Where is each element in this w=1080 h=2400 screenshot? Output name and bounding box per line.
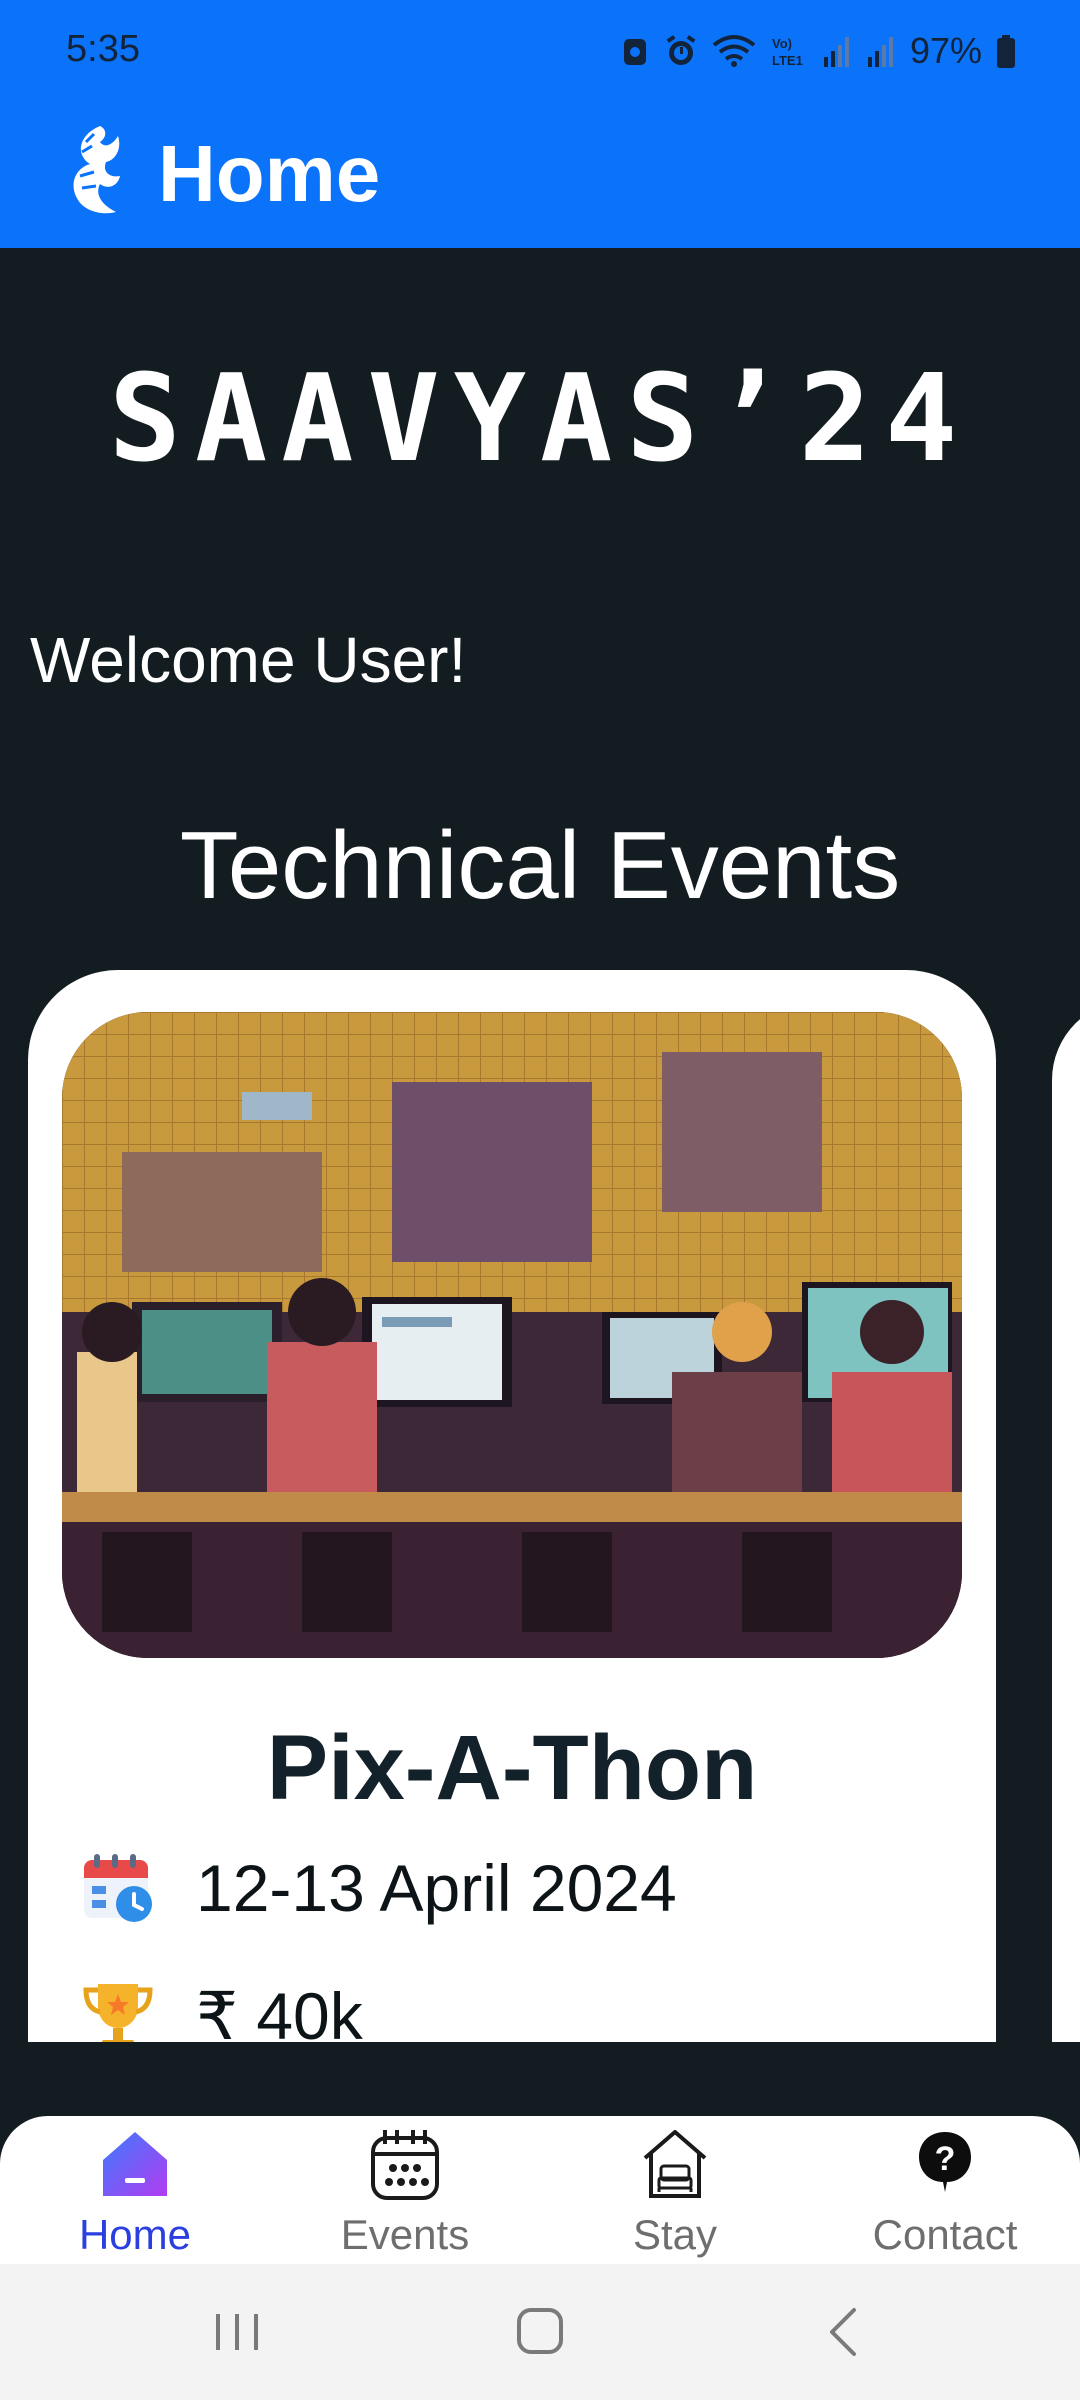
nav-home-label: Home bbox=[78, 2211, 192, 2258]
event-prize-row: ₹ 40k bbox=[80, 1978, 363, 2042]
battery-percent: 97% bbox=[909, 30, 982, 71]
system-nav-bar bbox=[0, 2264, 1080, 2400]
section-title: Technical Events bbox=[179, 812, 901, 919]
event-name: Pix-A-Thon bbox=[266, 1717, 758, 1819]
nav-stay[interactable]: Stay bbox=[540, 2116, 810, 2264]
event-card[interactable]: Pix-A-Thon 12-13 April 2024 ₹ 40k bbox=[28, 970, 996, 2042]
event-image bbox=[62, 1012, 962, 1658]
status-icons: Vo) LTE1 97% bbox=[620, 28, 1016, 74]
calendar-icon bbox=[371, 2130, 439, 2200]
event-date-row: 12-13 April 2024 bbox=[80, 1850, 677, 1926]
lock-alarm-icon bbox=[623, 39, 646, 65]
signal-icon bbox=[823, 37, 849, 67]
status-time: 5:35 bbox=[66, 28, 140, 70]
welcome-message: Welcome User! bbox=[30, 624, 467, 696]
event-prize: ₹ 40k bbox=[196, 1979, 363, 2042]
trophy-icon bbox=[83, 1984, 153, 2042]
page-title: Home bbox=[158, 129, 381, 218]
app-bar: Home bbox=[0, 102, 1080, 248]
nav-stay-label: Stay bbox=[632, 2211, 718, 2258]
svg-text:LTE1: LTE1 bbox=[772, 53, 803, 68]
nav-contact[interactable]: ? Contact bbox=[810, 2116, 1080, 2264]
home-button-icon[interactable] bbox=[505, 2300, 575, 2364]
alarm-icon bbox=[666, 35, 696, 65]
event-date: 12-13 April 2024 bbox=[196, 1851, 677, 1925]
status-bar: 5:35 Vo) LTE1 97% bbox=[0, 0, 1080, 102]
bottom-nav: Home Events Stay ? Contact bbox=[0, 2116, 1080, 2264]
nav-contact-label: Contact bbox=[872, 2211, 1018, 2258]
hotel-icon bbox=[643, 2130, 707, 2198]
calendar-clock-icon bbox=[84, 1854, 152, 1922]
volte-icon: Vo) LTE1 bbox=[772, 36, 803, 68]
nav-home[interactable]: Home bbox=[0, 2116, 270, 2264]
logo-icon bbox=[73, 126, 120, 214]
signal-2-icon bbox=[867, 37, 893, 67]
battery-icon bbox=[997, 35, 1015, 68]
home-icon bbox=[103, 2132, 167, 2196]
wifi-icon bbox=[712, 35, 756, 67]
back-icon[interactable] bbox=[808, 2300, 878, 2364]
svg-text:Vo): Vo) bbox=[772, 36, 792, 51]
fest-title: SAAVYAS’24 bbox=[108, 350, 972, 489]
help-icon: ? bbox=[919, 2132, 971, 2192]
nav-events[interactable]: Events bbox=[270, 2116, 540, 2264]
svg-text:?: ? bbox=[935, 2140, 956, 2178]
next-event-card[interactable] bbox=[1052, 1000, 1080, 2042]
recent-apps-icon[interactable] bbox=[202, 2300, 272, 2364]
nav-events-label: Events bbox=[340, 2211, 470, 2258]
